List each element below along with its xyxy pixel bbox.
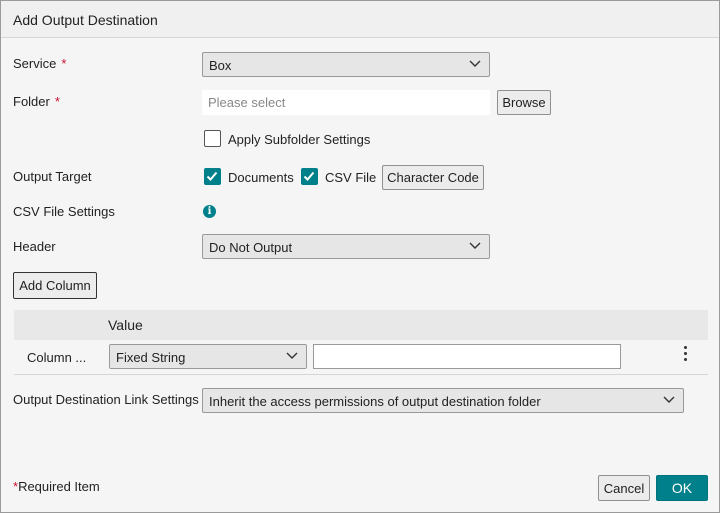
checkmark-icon — [206, 171, 218, 181]
cancel-button[interactable]: Cancel — [598, 475, 650, 501]
link-settings-select[interactable]: Inherit the access permissions of output… — [202, 388, 684, 413]
column-value-input[interactable] — [313, 344, 621, 369]
folder-label: Folder * — [13, 94, 60, 109]
service-select[interactable]: Box — [202, 52, 490, 77]
add-column-button[interactable]: Add Column — [13, 272, 97, 299]
required-mark: * — [54, 94, 60, 109]
link-settings-value: Inherit the access permissions of output… — [209, 394, 541, 409]
chevron-down-icon — [663, 396, 675, 403]
csv-file-settings-label: CSV File Settings — [13, 204, 115, 219]
required-mark: * — [61, 56, 67, 71]
header-select[interactable]: Do Not Output — [202, 234, 490, 259]
checkmark-icon — [303, 171, 315, 181]
chevron-down-icon — [469, 242, 481, 249]
header-select-value: Do Not Output — [209, 240, 293, 255]
column-type-select[interactable]: Fixed String — [109, 344, 307, 369]
character-code-button[interactable]: Character Code — [382, 165, 484, 190]
browse-button[interactable]: Browse — [497, 90, 551, 115]
folder-label-text: Folder — [13, 94, 50, 109]
chevron-down-icon — [469, 60, 481, 67]
service-label: Service * — [13, 56, 66, 71]
link-settings-label: Output Destination Link Settings — [13, 392, 199, 407]
csv-file-label: CSV File — [325, 170, 377, 185]
required-item-text: Required Item — [18, 479, 100, 494]
column-row-name: Column ... — [27, 350, 87, 365]
output-target-label: Output Target — [13, 169, 92, 184]
subfolder-label: Apply Subfolder Settings — [228, 132, 371, 147]
documents-checkbox[interactable] — [204, 168, 221, 185]
section-divider — [14, 374, 708, 375]
column-type-value: Fixed String — [116, 350, 186, 365]
chevron-down-icon — [286, 352, 298, 359]
add-output-destination-dialog: Add Output Destination Service * Box Fold… — [0, 0, 720, 513]
csv-file-checkbox[interactable] — [301, 168, 318, 185]
value-column-header: Value — [108, 317, 143, 333]
subfolder-checkbox[interactable] — [204, 130, 221, 147]
dialog-title: Add Output Destination — [13, 12, 158, 28]
service-label-text: Service — [13, 56, 57, 71]
column-table-header: Value — [14, 310, 708, 340]
documents-label: Documents — [228, 170, 294, 185]
header-label: Header — [13, 239, 56, 254]
folder-input[interactable] — [202, 90, 490, 115]
required-item-note: *Required Item — [13, 479, 100, 494]
service-select-value: Box — [209, 58, 232, 73]
info-icon[interactable]: i — [203, 205, 216, 218]
more-options-icon[interactable] — [683, 346, 689, 364]
ok-button[interactable]: OK — [656, 475, 708, 501]
dialog-title-bar: Add Output Destination — [1, 1, 719, 38]
